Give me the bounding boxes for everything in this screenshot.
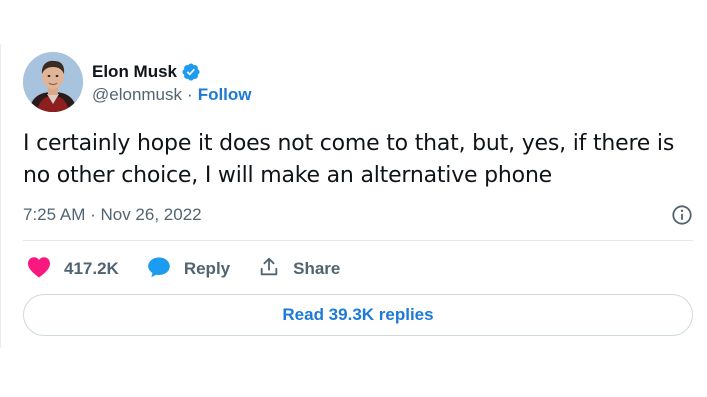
read-replies-button[interactable]: Read 39.3K replies <box>23 294 693 336</box>
author-info: Elon Musk @elonmusk · Follow <box>92 58 252 106</box>
speech-bubble-icon <box>147 256 171 283</box>
name-row: Elon Musk <box>92 60 252 84</box>
info-icon[interactable] <box>671 204 693 226</box>
display-name[interactable]: Elon Musk <box>92 62 177 82</box>
page: Elon Musk @elonmusk · Follow I certainly… <box>0 0 707 397</box>
verified-badge-icon[interactable] <box>181 62 201 82</box>
like-count: 417.2K <box>64 259 119 278</box>
tweet-meta: 7:25 AM · Nov 26, 2022 <box>23 202 693 228</box>
share-label: Share <box>293 259 341 278</box>
reply-label: Reply <box>183 259 231 278</box>
timestamp[interactable]: 7:25 AM · Nov 26, 2022 <box>23 205 202 225</box>
share-button[interactable]: Share <box>258 256 340 283</box>
divider <box>23 240 693 241</box>
handle[interactable]: @elonmusk <box>92 85 182 105</box>
tweet-text: I certainly hope it does not come to tha… <box>23 131 675 188</box>
follow-button[interactable]: Follow <box>198 85 252 105</box>
avatar[interactable] <box>23 52 83 112</box>
handle-row: @elonmusk · Follow <box>92 84 252 106</box>
reply-button[interactable]: Reply <box>147 256 230 283</box>
action-bar: 417.2K Reply Share <box>27 254 368 284</box>
tweet-card: Elon Musk @elonmusk · Follow I certainly… <box>0 44 707 348</box>
separator-dot: · <box>187 85 193 104</box>
avatar-image <box>23 52 83 112</box>
heart-icon <box>27 256 51 283</box>
tweet-header: Elon Musk @elonmusk · Follow <box>23 50 252 114</box>
share-upload-icon <box>258 256 280 283</box>
like-button[interactable]: 417.2K <box>27 256 119 283</box>
